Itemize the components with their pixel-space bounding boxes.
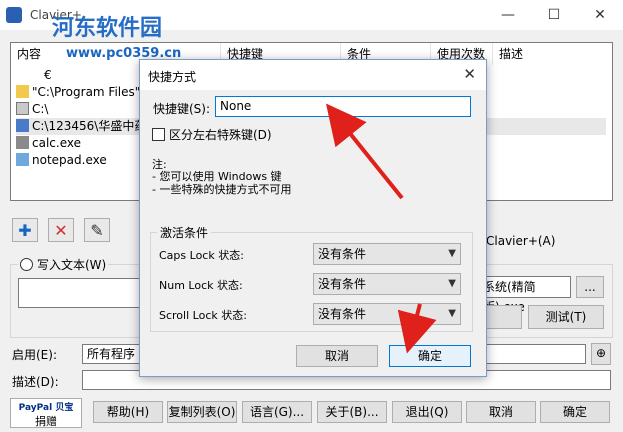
arrow-to-ok-button: [397, 303, 437, 354]
annotation-arrows: [325, 103, 437, 354]
arrow-to-shortcut-input: [325, 103, 404, 200]
